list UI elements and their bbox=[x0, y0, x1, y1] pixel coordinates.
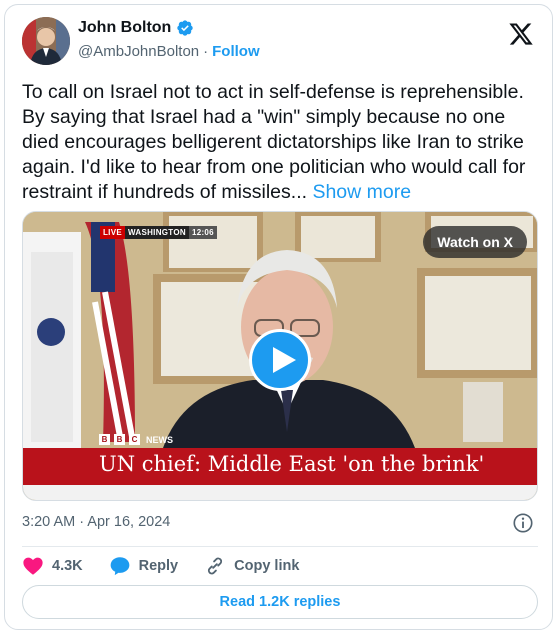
author-name[interactable]: John Bolton bbox=[78, 19, 171, 37]
heart-icon bbox=[23, 557, 43, 575]
action-bar: 4.3K Reply Copy link bbox=[22, 553, 325, 579]
watch-on-x-button[interactable]: Watch on X bbox=[423, 226, 527, 258]
copy-link-button[interactable]: Copy link bbox=[204, 555, 299, 577]
reply-bubble-icon bbox=[110, 557, 129, 576]
broadcast-clock: 12:06 bbox=[188, 226, 217, 239]
info-icon[interactable] bbox=[512, 512, 534, 534]
handle-separator: · bbox=[203, 43, 209, 60]
play-button[interactable] bbox=[249, 329, 311, 391]
bbc-news-logo: B B C NEWS bbox=[99, 434, 173, 445]
reply-button[interactable]: Reply bbox=[109, 555, 179, 577]
copy-link-label: Copy link bbox=[234, 558, 300, 574]
tweet-timestamp[interactable]: 3:20 AM · Apr 16, 2024 bbox=[22, 514, 170, 530]
play-icon bbox=[273, 347, 296, 373]
avatar[interactable] bbox=[22, 17, 70, 65]
like-button[interactable]: 4.3K bbox=[22, 555, 83, 577]
tweet-text: To call on Israel not to act in self-def… bbox=[22, 80, 540, 205]
read-replies-button[interactable]: Read 1.2K replies bbox=[22, 585, 538, 619]
bbc-logo-letter: B bbox=[114, 434, 125, 445]
live-strap: LIVE WASHINGTON 12:06 bbox=[100, 226, 217, 239]
link-icon bbox=[208, 557, 223, 575]
bbc-logo-letter: B bbox=[99, 434, 110, 445]
like-count: 4.3K bbox=[52, 558, 83, 574]
location-label: WASHINGTON bbox=[124, 226, 189, 239]
live-label: LIVE bbox=[100, 226, 125, 239]
show-more-link[interactable]: Show more bbox=[312, 181, 411, 203]
news-ticker bbox=[23, 485, 537, 500]
follow-button[interactable]: Follow bbox=[212, 43, 260, 60]
news-brand-label: NEWS bbox=[146, 434, 173, 445]
tweet-card: John Bolton @AmbJohnBolton · Follow To c… bbox=[4, 4, 553, 630]
divider bbox=[22, 546, 538, 547]
video-player[interactable]: LIVE WASHINGTON 12:06 Watch on X B B C N… bbox=[22, 211, 538, 501]
tweet-body: To call on Israel not to act in self-def… bbox=[22, 81, 526, 203]
x-logo-icon[interactable] bbox=[508, 21, 534, 47]
news-headline: UN chief: Middle East 'on the brink' bbox=[99, 452, 485, 476]
verified-badge-icon bbox=[177, 20, 193, 36]
author-handle[interactable]: @AmbJohnBolton bbox=[78, 43, 199, 60]
news-headline-bar: UN chief: Middle East 'on the brink' bbox=[23, 448, 537, 485]
reply-label: Reply bbox=[138, 558, 179, 574]
bbc-logo-letter: C bbox=[129, 434, 140, 445]
